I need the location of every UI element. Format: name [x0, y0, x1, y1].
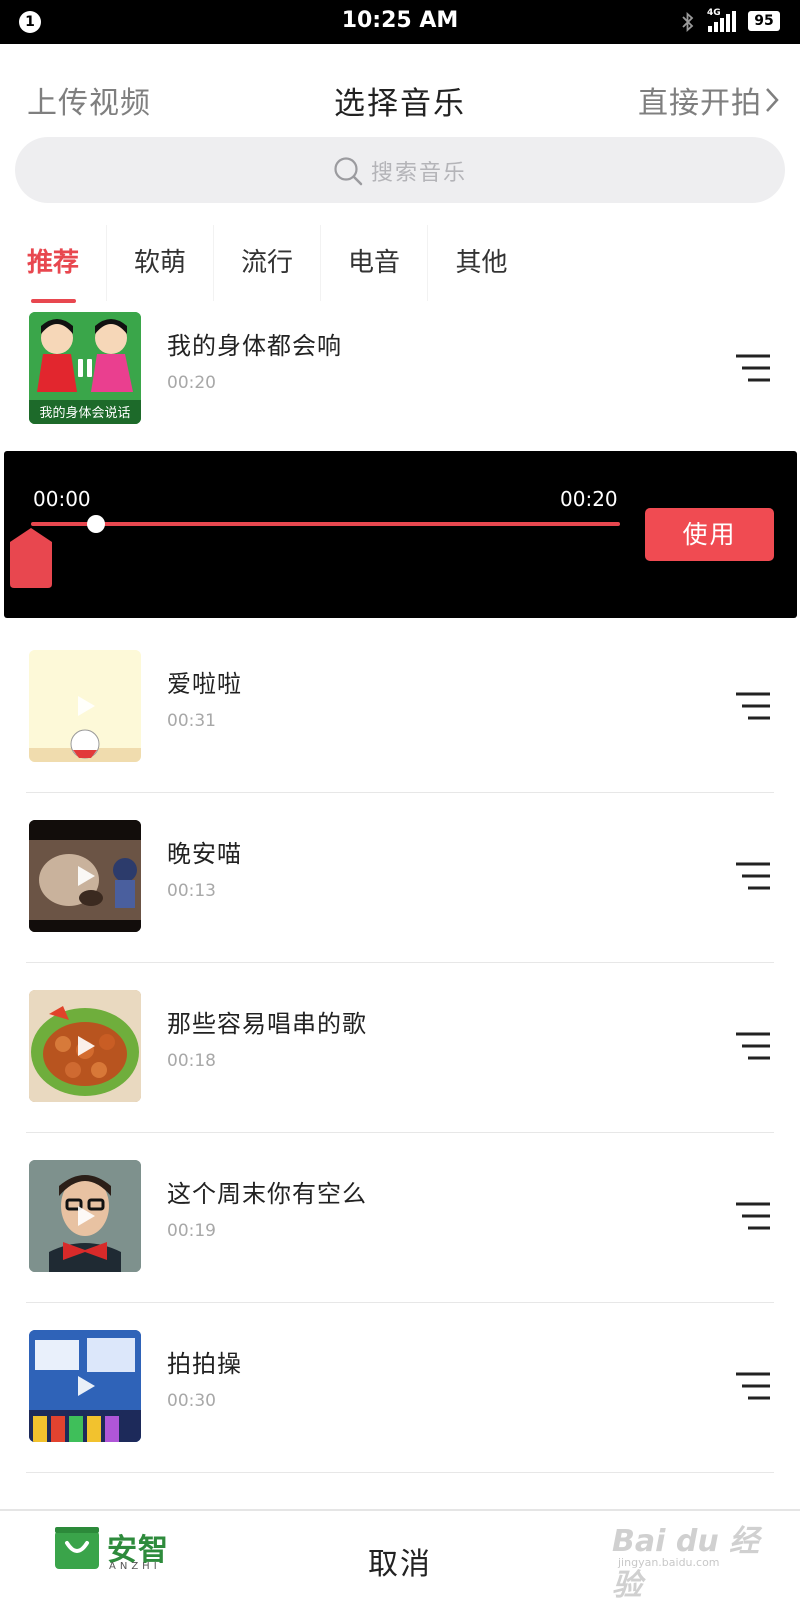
song-thumbnail: [29, 1330, 141, 1442]
divider: [26, 1472, 774, 1473]
song-title: 那些容易唱串的歌: [167, 1010, 367, 1038]
battery-indicator: 95: [748, 11, 780, 31]
use-button[interactable]: 使用: [645, 508, 774, 561]
song-title: 晚安喵: [167, 840, 242, 868]
list-item[interactable]: 这个周末你有空么 00:19: [0, 1160, 800, 1303]
menu-icon[interactable]: [734, 353, 772, 383]
menu-icon[interactable]: [734, 1201, 772, 1231]
signal-icon: [708, 11, 736, 32]
song-duration: 00:30: [167, 1391, 216, 1411]
search-bar[interactable]: 搜索音乐: [15, 137, 785, 203]
menu-icon[interactable]: [734, 1371, 772, 1401]
menu-icon[interactable]: [734, 861, 772, 891]
divider: [26, 962, 774, 963]
shoot-directly-label: 直接开拍: [638, 86, 762, 121]
watermark-url: jingyan.baidu.com: [618, 1556, 720, 1569]
song-duration: 00:31: [167, 711, 216, 731]
active-tab-indicator: [31, 299, 76, 303]
tab-other[interactable]: 其他: [428, 225, 535, 301]
menu-icon[interactable]: [734, 1031, 772, 1061]
progress-track[interactable]: [31, 522, 620, 526]
playhead-knob[interactable]: [86, 515, 105, 533]
trim-end-time: 00:20: [560, 487, 618, 511]
song-title: 拍拍操: [167, 1350, 242, 1378]
menu-icon[interactable]: [734, 691, 772, 721]
list-item[interactable]: 那些容易唱串的歌 00:18: [0, 990, 800, 1133]
header: 上传视频 选择音乐 直接开拍: [0, 44, 800, 134]
divider: [26, 792, 774, 793]
bluetooth-icon: [682, 11, 694, 33]
song-thumbnail: [29, 820, 141, 932]
status-bar: 1 10:25 AM 4G 95: [0, 0, 800, 44]
divider: [26, 1302, 774, 1303]
thumbnail-caption: 我的身体会说话: [39, 406, 131, 421]
song-title: 爱啦啦: [167, 670, 242, 698]
song-duration: 00:20: [167, 373, 216, 393]
play-icon[interactable]: [71, 1032, 99, 1060]
play-icon[interactable]: [71, 1372, 99, 1400]
play-icon[interactable]: [71, 1202, 99, 1230]
list-item[interactable]: 我的身体会说话 我的身体都会响 00:20: [0, 312, 800, 442]
search-icon: [334, 157, 363, 186]
song-duration: 00:19: [167, 1221, 216, 1241]
song-thumbnail: 我的身体会说话: [29, 312, 141, 424]
audio-trimmer-panel: 00:00 00:20 使用: [4, 451, 797, 618]
song-title: 这个周末你有空么: [167, 1180, 367, 1208]
search-content: 搜索音乐: [15, 155, 785, 187]
list-item[interactable]: 爱啦啦 00:31: [0, 650, 800, 793]
song-duration: 00:13: [167, 881, 216, 901]
play-icon[interactable]: [71, 862, 99, 890]
tab-electronic[interactable]: 电音: [321, 225, 428, 301]
tab-cute[interactable]: 软萌: [107, 225, 214, 301]
song-thumbnail: [29, 1160, 141, 1272]
chevron-right-icon: [766, 88, 779, 112]
song-title: 我的身体都会响: [167, 332, 342, 360]
list-item[interactable]: 拍拍操 00:30: [0, 1330, 800, 1473]
pause-icon[interactable]: [71, 354, 99, 382]
tab-popular[interactable]: 流行: [214, 225, 321, 301]
list-item[interactable]: 晚安喵 00:13: [0, 820, 800, 963]
divider: [26, 1132, 774, 1133]
song-thumbnail: [29, 650, 141, 762]
trim-start-time: 00:00: [33, 487, 91, 511]
trim-start-handle[interactable]: [10, 528, 52, 588]
song-duration: 00:18: [167, 1051, 216, 1071]
tab-recommended[interactable]: 推荐: [0, 225, 107, 301]
search-placeholder: 搜索音乐: [370, 161, 467, 186]
category-tabs: 推荐 软萌 流行 电音 其他: [0, 225, 800, 305]
song-thumbnail: [29, 990, 141, 1102]
watermark: Bai du 经验 jingyan.baidu.com: [612, 1510, 762, 1600]
play-icon[interactable]: [71, 692, 99, 720]
shoot-directly-button[interactable]: 直接开拍: [638, 78, 780, 122]
